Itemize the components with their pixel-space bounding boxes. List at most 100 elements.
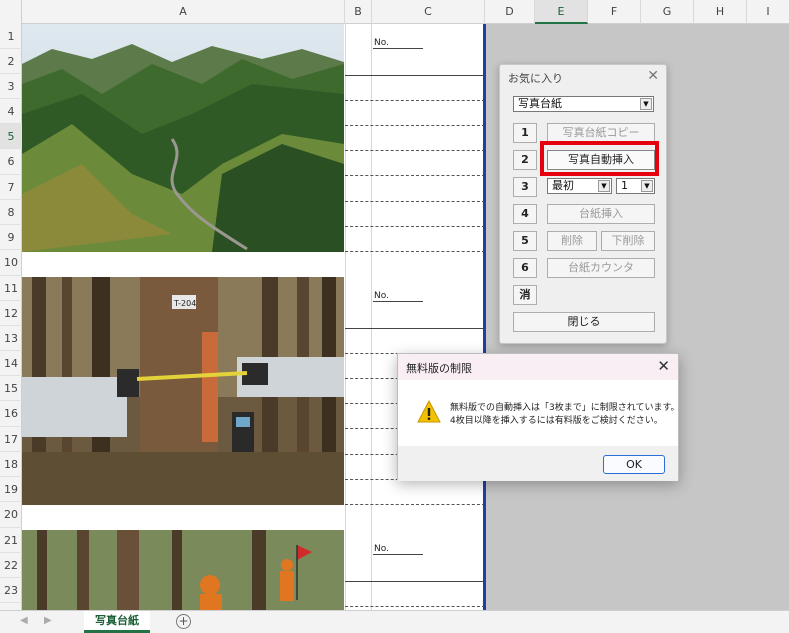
dialog-titlebar: 無料版の制限 ✕ <box>398 354 678 380</box>
no-label: No. <box>373 291 423 302</box>
sheet-tab-photo-album[interactable]: 写真台紙 <box>84 611 150 633</box>
delete-button[interactable]: 削除 <box>547 231 597 251</box>
row-header-4[interactable]: 4 <box>0 99 22 124</box>
column-divider <box>371 24 372 610</box>
delete-below-button[interactable]: 下削除 <box>601 231 655 251</box>
record-underline <box>345 201 485 202</box>
dialog-message-line-1: 無料版での自動挿入は「3枚まで」に制限されています。 <box>450 403 680 413</box>
column-header-g[interactable]: G <box>641 0 694 24</box>
row-header-12[interactable]: 12 <box>0 301 22 326</box>
row-header-3[interactable]: 3 <box>0 74 22 99</box>
insert-sheet-button[interactable]: 台紙挿入 <box>547 204 655 224</box>
record-underline <box>345 175 485 176</box>
row-number-4[interactable]: 4 <box>513 204 537 224</box>
close-button[interactable]: 閉じる <box>513 312 655 332</box>
row-header-14[interactable]: 14 <box>0 351 22 376</box>
record-underline <box>345 581 485 582</box>
dialog-message: 無料版での自動挿入は「3枚まで」に制限されています。 4枚目以降を挿入するには有… <box>450 402 680 428</box>
row-header-17[interactable]: 17 <box>0 427 22 452</box>
row-number-3[interactable]: 3 <box>513 177 537 197</box>
row-header-13[interactable]: 13 <box>0 326 22 351</box>
row-header-11[interactable]: 11 <box>0 276 22 301</box>
position-select-value: 最初 <box>552 179 574 192</box>
sheet-counter-button[interactable]: 台紙カウンタ <box>547 258 655 278</box>
row-number-1[interactable]: 1 <box>513 123 537 143</box>
column-header-d[interactable]: D <box>485 0 535 24</box>
template-select[interactable]: 写真台紙 ▼ <box>513 96 654 112</box>
row-header-18[interactable]: 18 <box>0 452 22 477</box>
warning-icon <box>417 400 441 423</box>
record-underline <box>345 150 485 151</box>
select-all-corner[interactable] <box>0 0 22 24</box>
column-header-e[interactable]: E <box>535 0 588 24</box>
row-header-1[interactable]: 1 <box>0 24 22 49</box>
svg-text:T-204: T-204 <box>173 299 196 308</box>
chevron-down-icon[interactable]: ▼ <box>640 98 652 110</box>
record-underline <box>345 251 485 252</box>
no-label: No. <box>373 38 423 49</box>
column-header-f[interactable]: F <box>588 0 641 24</box>
count-select[interactable]: 1 ▼ <box>616 178 655 194</box>
chevron-down-icon[interactable]: ▼ <box>598 180 610 192</box>
column-header-i[interactable]: I <box>747 0 789 24</box>
position-select[interactable]: 最初 ▼ <box>547 178 612 194</box>
highlight-frame <box>540 141 659 176</box>
record-underline <box>345 606 485 607</box>
row-number-2[interactable]: 2 <box>513 150 537 170</box>
row-header-19[interactable]: 19 <box>0 477 22 502</box>
column-header-bar: A B C D E F G H I <box>0 0 789 24</box>
no-label: No. <box>373 544 423 555</box>
dialog-message-line-2: 4枚目以降を挿入するには有料版をご検討ください。 <box>450 416 663 426</box>
worksheet-grid[interactable]: T-204 No. No. No. <box>22 24 485 610</box>
dialog-body: 無料版での自動挿入は「3枚まで」に制限されています。 4枚目以降を挿入するには有… <box>398 380 680 446</box>
row-header-16[interactable]: 16 <box>0 401 22 427</box>
scroll-right-icon[interactable]: ▶ <box>44 615 52 626</box>
favorites-title: お気に入り <box>508 72 563 85</box>
row-header-22[interactable]: 22 <box>0 553 22 578</box>
photo-tree-measurement[interactable]: T-204 <box>22 277 344 505</box>
row-header-5[interactable]: 5 <box>0 124 22 149</box>
favorites-panel: お気に入り ✕ 写真台紙 ▼ 1 写真台紙コピー 2 写真自動挿入 3 最初 ▼… <box>499 64 667 344</box>
chevron-down-icon[interactable]: ▼ <box>641 180 653 192</box>
close-icon[interactable]: ✕ <box>647 68 659 84</box>
row-header-bar: 1 2 3 4 5 6 7 8 9 10 11 12 13 14 15 16 17 18 19 20 21 22 23 <box>0 24 22 610</box>
excel-window: A B C D E F G H I 1 2 3 4 5 6 7 8 9 10 11 12 13 14 15 1… <box>0 0 789 633</box>
dialog-title: 無料版の制限 <box>406 362 472 375</box>
record-underline <box>345 125 485 126</box>
row-header-2[interactable]: 2 <box>0 49 22 74</box>
template-select-value: 写真台紙 <box>518 97 562 110</box>
row-header-7[interactable]: 7 <box>0 175 22 200</box>
row-header-9[interactable]: 9 <box>0 225 22 250</box>
count-select-value: 1 <box>621 179 628 192</box>
row-header-21[interactable]: 21 <box>0 528 22 553</box>
record-underline <box>345 100 485 101</box>
add-sheet-icon[interactable]: + <box>176 614 191 629</box>
photo-sheet-copy-button[interactable]: 写真台紙コピー <box>547 123 655 143</box>
record-underline <box>345 226 485 227</box>
row-header-23[interactable]: 23 <box>0 578 22 603</box>
row-header-15[interactable]: 15 <box>0 376 22 401</box>
row-header-20[interactable]: 20 <box>0 502 22 528</box>
column-header-h[interactable]: H <box>694 0 747 24</box>
column-header-c[interactable]: C <box>372 0 485 24</box>
record-underline <box>345 504 485 505</box>
column-header-b[interactable]: B <box>345 0 372 24</box>
column-header-a[interactable]: A <box>22 0 345 24</box>
row-header-8[interactable]: 8 <box>0 200 22 225</box>
row-number-5[interactable]: 5 <box>513 231 537 251</box>
dialog-close-icon[interactable]: ✕ <box>657 357 670 375</box>
limit-dialog: 無料版の制限 ✕ 無料版での自動挿入は「3枚まで」に制限されています。 4枚目以… <box>397 353 680 481</box>
photo-forest-workers[interactable] <box>22 530 344 610</box>
record-underline <box>345 75 485 76</box>
dialog-footer: OK <box>398 446 678 481</box>
row-header-6[interactable]: 6 <box>0 149 22 175</box>
row-number-6[interactable]: 6 <box>513 258 537 278</box>
ok-button[interactable]: OK <box>603 455 665 474</box>
column-divider <box>345 24 346 610</box>
record-underline <box>345 328 485 329</box>
photo-mountain-forest[interactable] <box>22 24 344 252</box>
scroll-left-icon[interactable]: ◀ <box>20 615 28 626</box>
clear-button[interactable]: 消 <box>513 285 537 305</box>
row-header-10[interactable]: 10 <box>0 250 22 276</box>
sheet-tab-bar: ◀ ▶ 写真台紙 + <box>0 610 789 633</box>
